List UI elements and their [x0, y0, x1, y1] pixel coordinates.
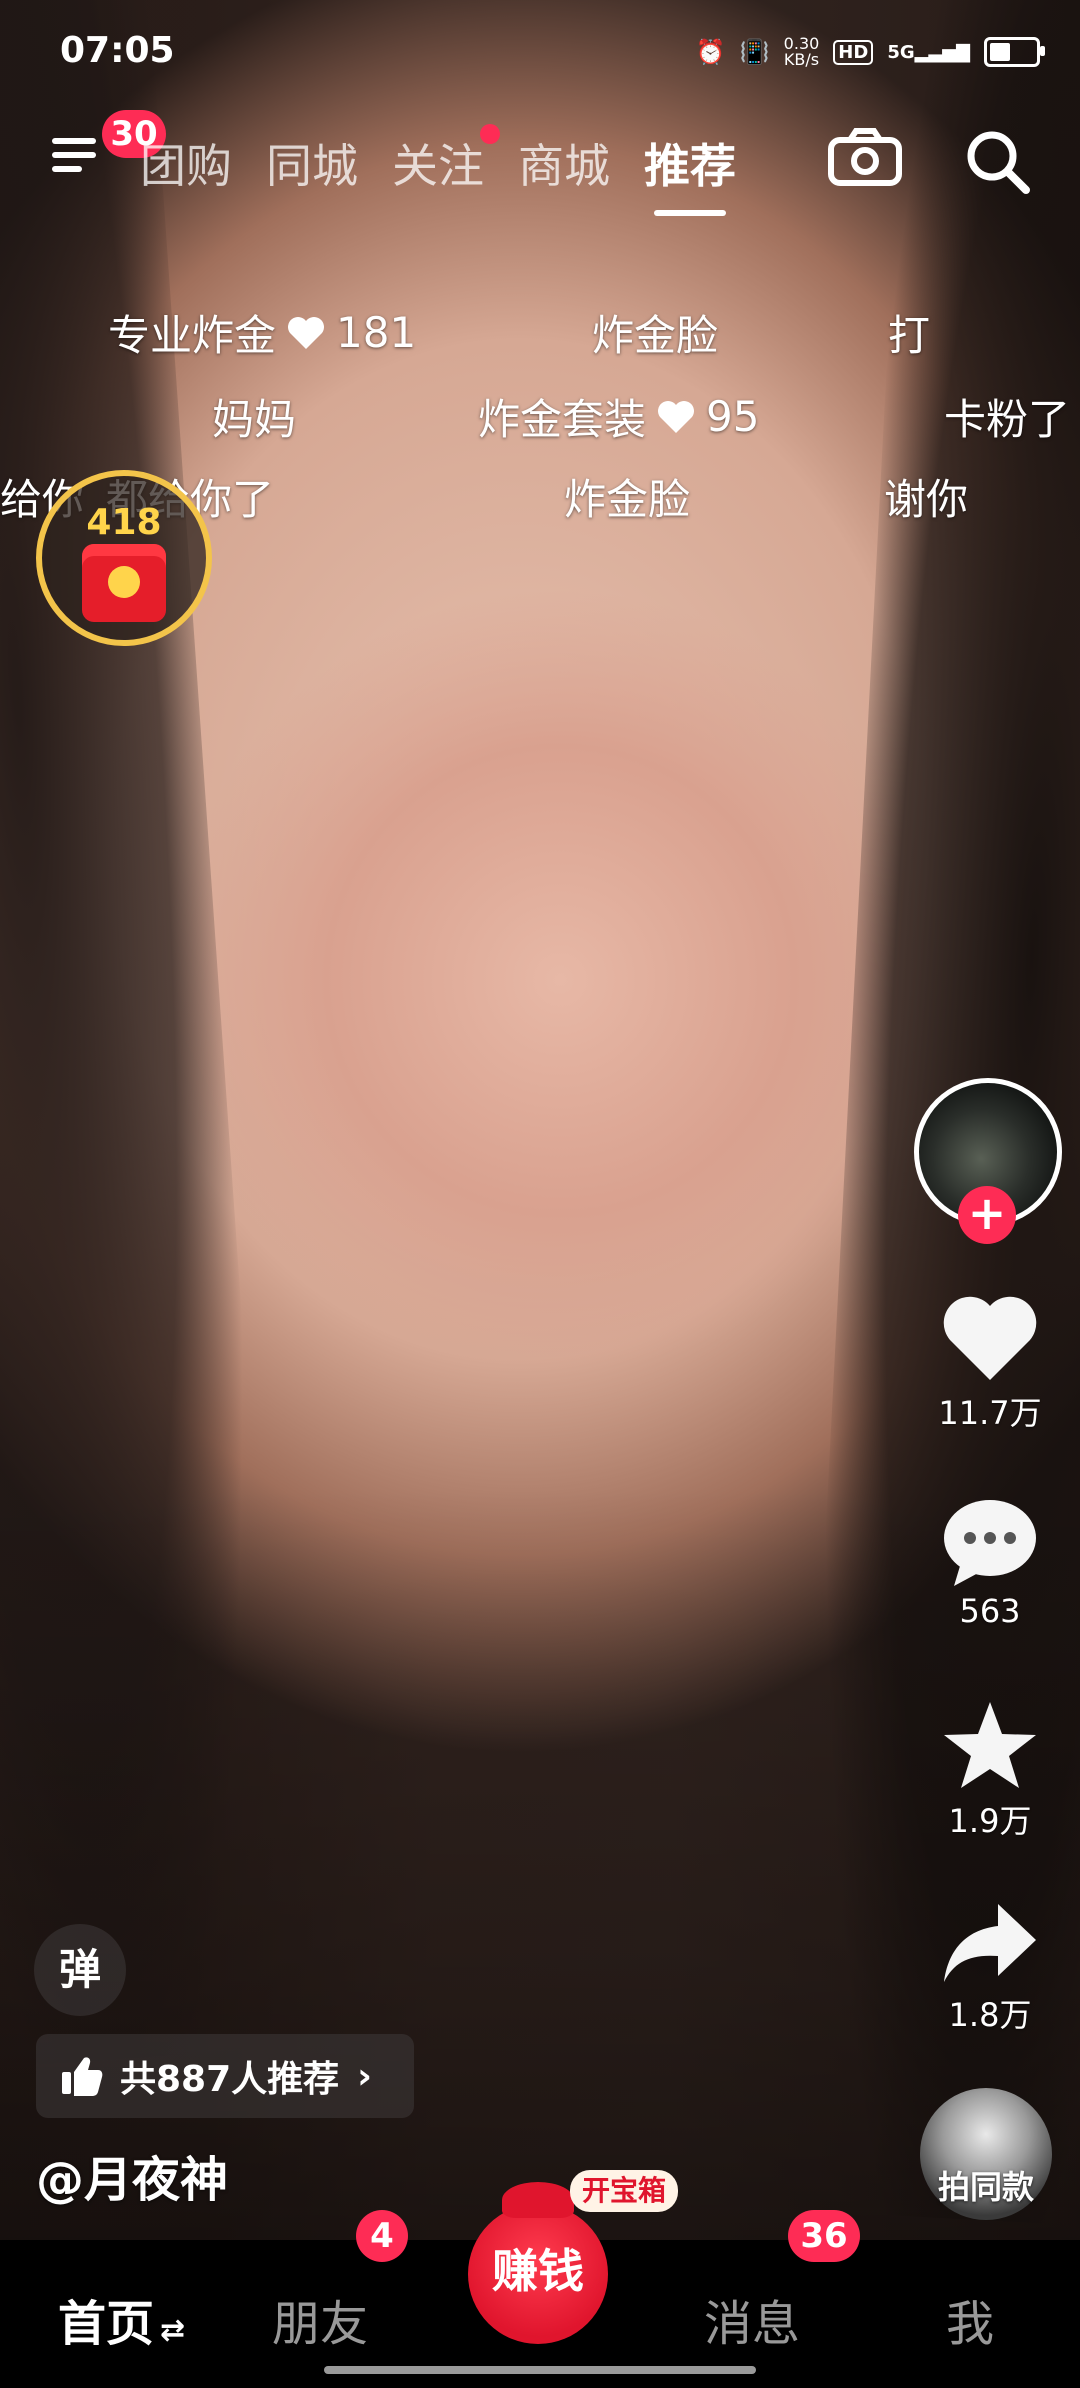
comment-icon [944, 1500, 1036, 1586]
bottom-tab-bar: 首页 ⇄ 朋友 4 赚钱 开宝箱 消息 36 我 [0, 2170, 1080, 2388]
share-button[interactable]: 1.8万 [930, 1900, 1050, 2036]
hd-icon: HD [833, 39, 874, 65]
danmaku-comment[interactable]: 炸金脸 [564, 466, 690, 527]
net-speed: 0.30 KB/s [783, 34, 820, 69]
heart-icon [658, 400, 695, 433]
star-icon [944, 1702, 1036, 1788]
tab-following[interactable]: 关注 [392, 124, 500, 196]
friends-badge: 4 [356, 2210, 408, 2262]
earn-money-button[interactable]: 赚钱 [468, 2182, 608, 2344]
status-bar: 07:05 ⏰ 📳 0.30 KB/s HD 5G▂▃▅▇ [0, 30, 1080, 90]
red-envelope-button[interactable]: 418 [36, 470, 212, 646]
battery-icon [984, 37, 1045, 67]
danmaku-comment[interactable]: 炸金脸 [592, 302, 718, 363]
danmaku-comment[interactable]: 妈妈 [212, 386, 296, 447]
vibrate-icon: 📳 [739, 38, 770, 66]
red-envelope-count: 418 [86, 502, 162, 543]
alarm-icon: ⏰ [695, 38, 726, 66]
heart-icon [288, 316, 325, 349]
red-packet-icon [82, 544, 166, 622]
status-time: 07:05 [60, 30, 175, 71]
shoot-same-label: 拍同款 [937, 2168, 1034, 2206]
recommend-pill[interactable]: 共887人推荐 › [36, 2034, 414, 2118]
like-button[interactable]: 11.7万 [930, 1294, 1050, 1434]
tab-mall[interactable]: 商城 [518, 130, 610, 196]
danmaku-toggle-button[interactable]: 弹 [34, 1924, 126, 2016]
danmaku-comment[interactable]: 专业炸金 181 [108, 302, 416, 363]
danmaku-comment[interactable]: 谢你 [884, 466, 968, 527]
tab-group-buy[interactable]: 团购 [140, 130, 232, 196]
share-icon [944, 1904, 1036, 1982]
menu-button[interactable] [52, 130, 104, 182]
favorite-button[interactable]: 1.9万 [930, 1698, 1050, 1842]
author-name[interactable]: @月夜神 [36, 2140, 228, 2210]
shoot-same-button[interactable]: 拍同款 [920, 2088, 1052, 2220]
tab-friends[interactable]: 朋友 [272, 2284, 368, 2354]
share-count: 1.8万 [948, 1996, 1032, 2034]
tab-me[interactable]: 我 [946, 2284, 994, 2354]
danmaku-comment[interactable]: 打 [888, 302, 930, 363]
follow-button[interactable]: + [958, 1186, 1016, 1244]
top-nav: 30 团购 同城 关注 商城 推荐 [0, 110, 1080, 220]
tab-nearby[interactable]: 同城 [266, 130, 358, 196]
tab-recommend[interactable]: 推荐 [644, 130, 736, 216]
home-indicator[interactable] [324, 2366, 756, 2374]
open-treasure-badge[interactable]: 开宝箱 [570, 2170, 679, 2212]
following-dot [480, 124, 500, 144]
tab-messages[interactable]: 消息 [704, 2284, 800, 2354]
heart-icon [943, 1296, 1037, 1380]
signal-icon: 5G▂▃▅▇ [887, 41, 970, 63]
swap-icon: ⇄ [160, 2313, 186, 2348]
danmaku-comment[interactable]: 卡粉了 [944, 386, 1070, 447]
comment-button[interactable]: 563 [930, 1496, 1050, 1630]
recommend-text: 共887人推荐 [120, 2059, 340, 2100]
like-count: 11.7万 [938, 1394, 1042, 1432]
chevron-right-icon: › [357, 2055, 372, 2097]
danmaku-comment[interactable]: 炸金套装 95 [478, 386, 759, 447]
comment-count: 563 [959, 1592, 1021, 1630]
thumbs-up-icon [62, 2057, 103, 2096]
tab-home[interactable]: 首页 ⇄ [58, 2284, 185, 2354]
status-icons: ⏰ 📳 0.30 KB/s HD 5G▂▃▅▇ [695, 34, 1045, 69]
nav-tabs: 团购 同城 关注 商城 推荐 [140, 124, 770, 216]
search-icon[interactable] [962, 126, 1032, 196]
pouch-knot [502, 2182, 574, 2218]
camera-icon[interactable] [828, 128, 902, 186]
favorite-count: 1.9万 [948, 1802, 1032, 1840]
messages-badge: 36 [788, 2210, 860, 2262]
